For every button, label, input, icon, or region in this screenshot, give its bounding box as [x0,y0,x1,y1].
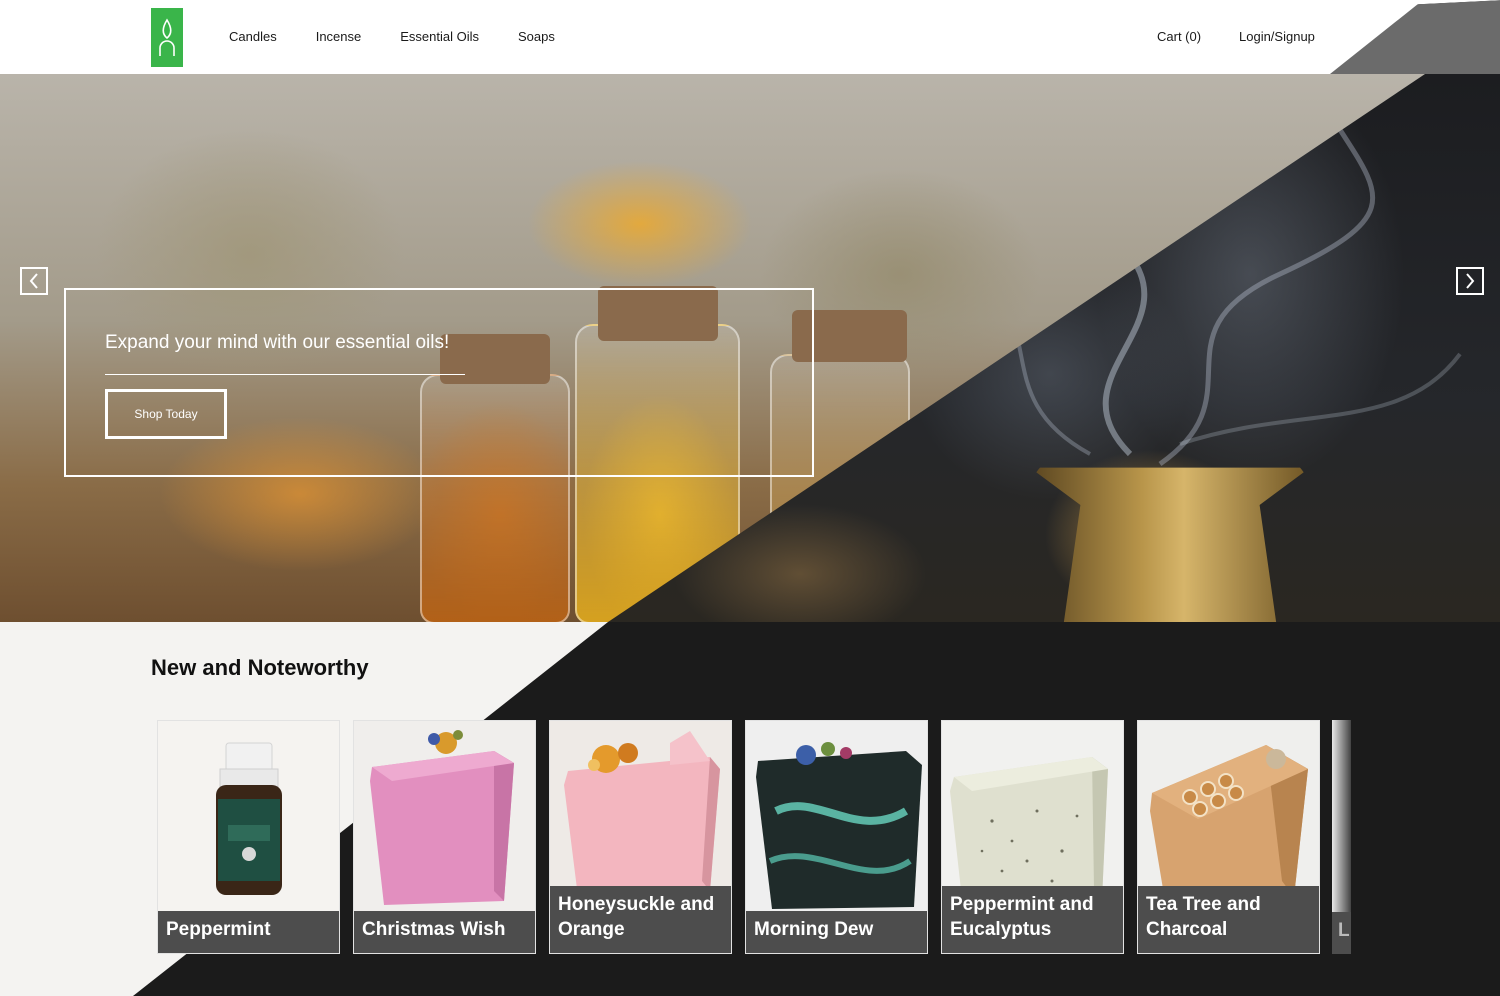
product-name: Morning Dew [746,911,927,953]
login-signup-link[interactable]: Login/Signup [1239,29,1315,44]
product-card-peppermint[interactable]: Peppermint [157,720,340,954]
product-card-honeysuckle-orange[interactable]: Honeysuckle and Orange [549,720,732,954]
product-card-christmas-wish[interactable]: Christmas Wish [353,720,536,954]
product-name: Christmas Wish [354,911,535,953]
shop-today-button[interactable]: Shop Today [105,389,227,439]
product-name: Honeysuckle and Orange [550,886,731,953]
cart-link[interactable]: Cart (0) [1157,29,1201,44]
nav-candles[interactable]: Candles [229,29,277,44]
product-name: Tea Tree and Charcoal [1138,886,1319,953]
nav-soaps[interactable]: Soaps [518,29,555,44]
product-card-partial[interactable]: L [1332,720,1351,954]
promo-divider [105,374,465,375]
product-name: Peppermint and Eucalyptus [942,886,1123,953]
product-card-morning-dew[interactable]: Morning Dew [745,720,928,954]
new-noteworthy-section: New and Noteworthy Peppermint Christmas … [0,622,1500,996]
product-card-peppermint-eucalyptus[interactable]: Peppermint and Eucalyptus [941,720,1124,954]
chevron-right-icon [1466,273,1475,289]
hero-promo-box: Expand your mind with our essential oils… [64,288,814,477]
product-carousel: Peppermint Christmas Wish Honeysuckle an… [157,720,1351,954]
carousel-prev-button[interactable] [20,267,48,295]
carousel-next-button[interactable] [1456,267,1484,295]
chevron-left-icon [29,273,38,289]
section-title: New and Noteworthy [151,655,369,680]
nav-essential-oils[interactable]: Essential Oils [400,29,479,44]
main-nav: Candles Incense Essential Oils Soaps [229,29,594,44]
nav-incense[interactable]: Incense [316,29,362,44]
hero-carousel: Expand your mind with our essential oils… [0,74,1500,622]
logo-icon[interactable] [151,8,183,67]
product-name: L [1332,912,1351,954]
product-name: Peppermint [158,911,339,953]
hero-headline: Expand your mind with our essential oils… [105,332,450,353]
product-card-tea-tree-charcoal[interactable]: Tea Tree and Charcoal [1137,720,1320,954]
